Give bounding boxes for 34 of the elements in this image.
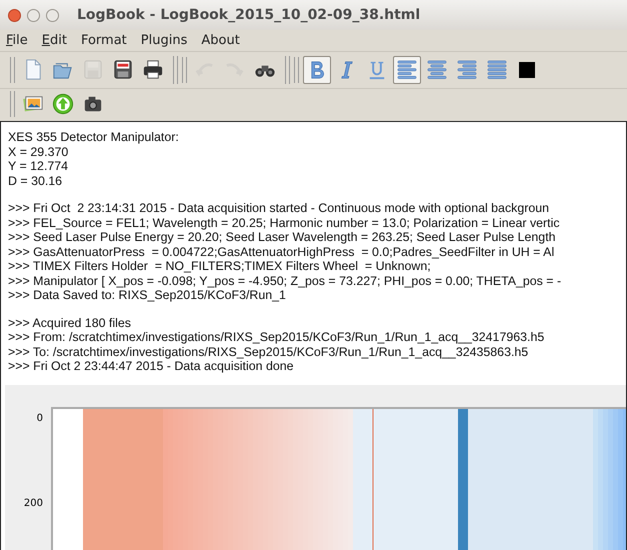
log-line: >>> Acquired 180 files (8, 316, 131, 330)
maximize-button[interactable] (46, 8, 59, 22)
align-right-icon (455, 58, 479, 82)
log-text-area[interactable] (0, 121, 627, 550)
minimize-button[interactable] (27, 8, 40, 22)
log-line: >>> Data Saved to: RIXS_Sep2015/KCoF3/Run_1 (8, 288, 286, 302)
align-left-icon (395, 58, 419, 82)
log-line: >>> Seed Laser Pulse Energy = 20.20; Seed Laser Wavelength = 263.25; Seed Laser Pulse Length (8, 230, 556, 244)
log-line: >>> FEL_Source = FEL1; Wavelength = 20.25; Harmonic number = 13.0; Polarization = Linear vertic (8, 216, 560, 230)
align-left-button[interactable] (393, 56, 421, 84)
menu-item[interactable]: File (6, 33, 28, 48)
menu-item[interactable]: Edit (42, 33, 67, 48)
log-line: >>> Fri Oct 2 23:14:31 2015 - Data acquisition started - Continuous mode with optional backgroun (8, 201, 550, 216)
log-line: XES 355 Detector Manipulator: (8, 130, 179, 144)
log-line: X = 29.370 (8, 144, 68, 159)
align-center-icon (425, 58, 449, 82)
log-line: >>> From: /scratchtimex/investigations/RIXS_Sep2015/KCoF3/Run_1/Run_1_acq__32417963.h5 (8, 330, 544, 344)
log-line: >>> To: /scratchtimex/investigations/RIXS_Sep2015/KCoF3/Run_1/Run_1_acq__32435863.h5 (8, 344, 528, 359)
up-arrow-circle-icon (51, 92, 75, 116)
axis-tick-label: 200 (24, 498, 43, 510)
menu-item[interactable]: Plugins (140, 33, 188, 48)
justify-icon (485, 58, 509, 82)
log-line: Y = 12.774 (8, 159, 68, 174)
bold-button[interactable] (303, 56, 331, 84)
window-title: LogBook - LogBook_2015_10_02-09_38.html (77, 7, 420, 23)
axis-tick-label: 0 (36, 412, 43, 424)
menu-item[interactable]: About (201, 33, 240, 48)
log-line: D = 30.16 (8, 174, 62, 188)
menu-item[interactable]: Format (80, 33, 127, 48)
log-line: >>> GasAttenuatorPress = 0.004722;GasAttenuatorHighPress = 0.0;Padres_SeedFilter in UH = Al (8, 244, 554, 259)
log-line: >>> TIMEX Filters Holder = NO_FILTERS;TIMEX Filters Wheel = Unknown; (8, 259, 431, 274)
close-button[interactable] (8, 8, 21, 22)
log-line: >>> Manipulator [ X_pos = -0.098; Y_pos = -4.950; Z_pos = 73.227; PHI_pos = 0.00; THETA_pos = - (8, 274, 562, 288)
log-line: >>> Fri Oct 2 23:44:47 2015 - Data acquisition done (8, 359, 294, 374)
